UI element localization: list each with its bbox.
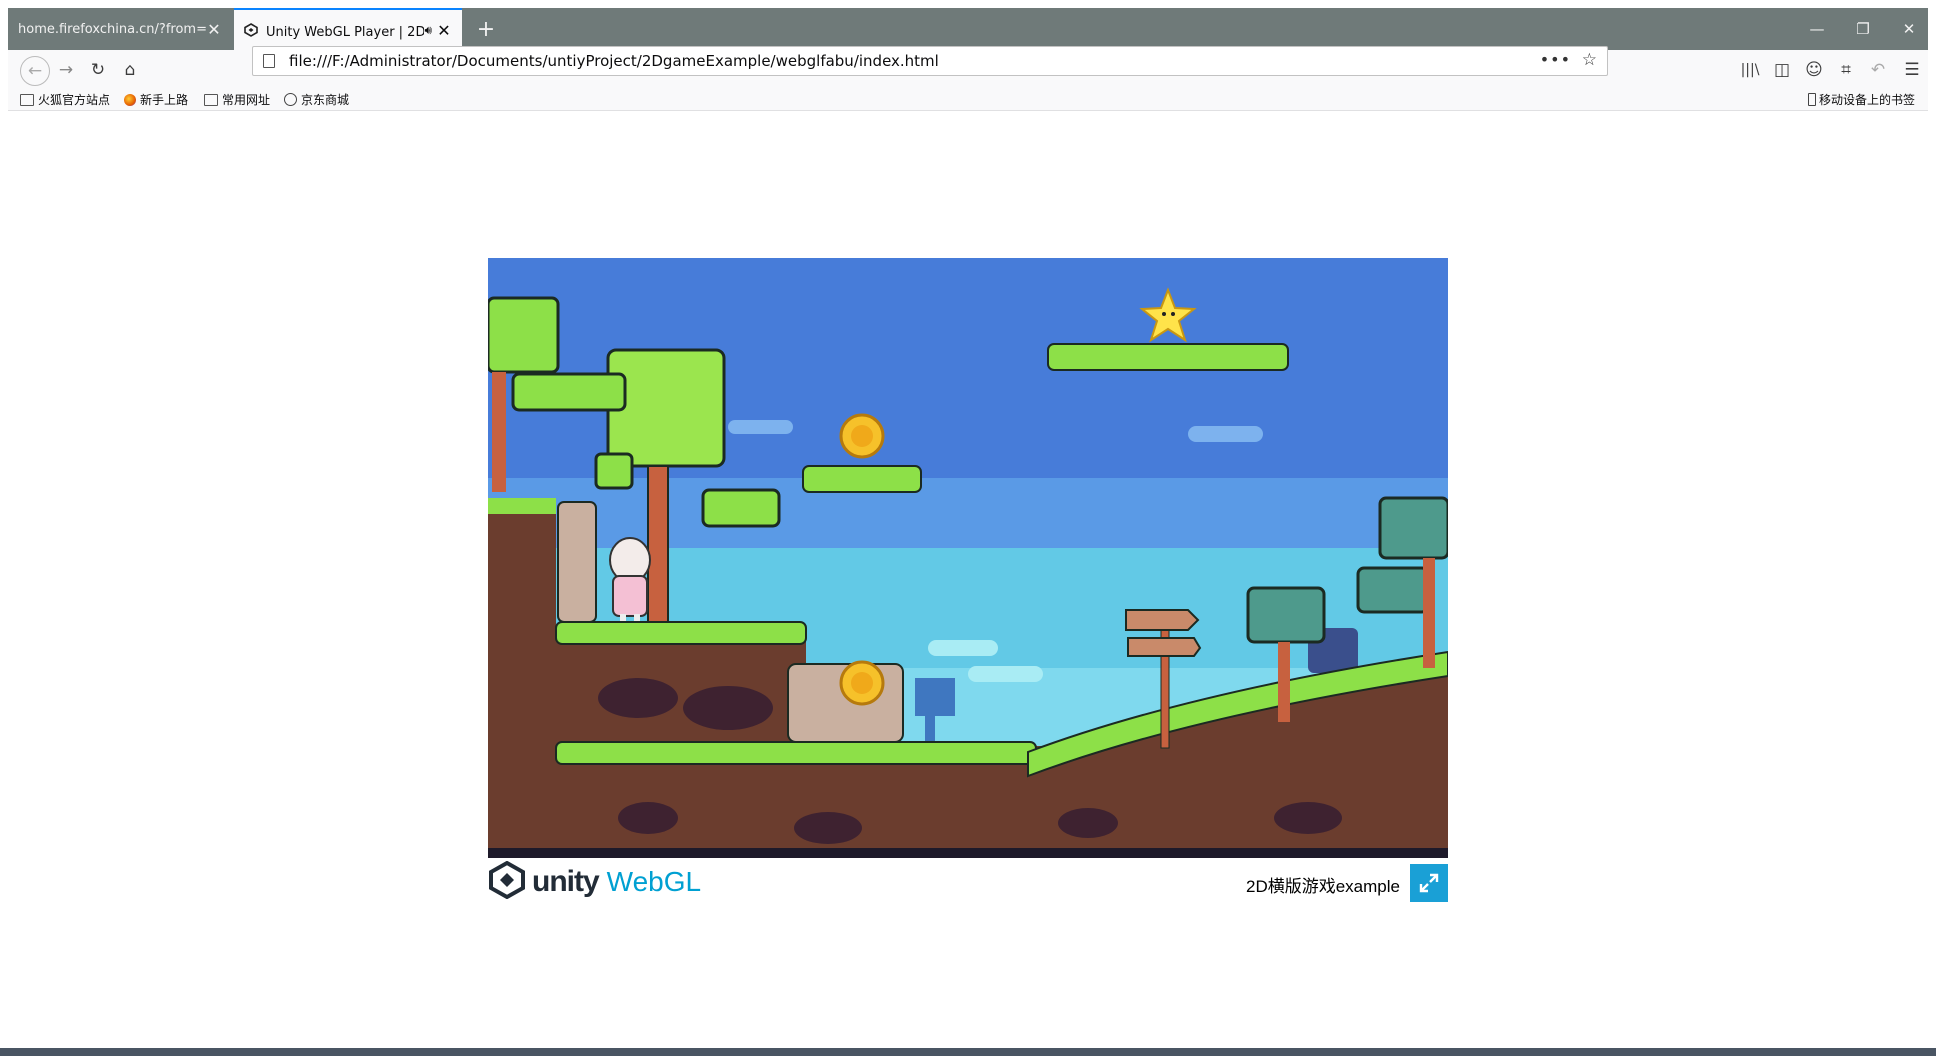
game-title: 2D横版游戏example bbox=[1246, 877, 1400, 896]
coin bbox=[839, 660, 885, 706]
reload-icon[interactable]: ↻ bbox=[84, 56, 112, 84]
fullscreen-button[interactable] bbox=[1410, 864, 1448, 902]
page-icon bbox=[263, 54, 275, 68]
bookmark-label: 移动设备上的书签 bbox=[1819, 93, 1916, 107]
minimize-icon[interactable]: — bbox=[1794, 8, 1840, 50]
account-icon[interactable]: ☺ bbox=[1800, 56, 1828, 84]
speaker-icon[interactable]: 🔊︎ bbox=[424, 23, 432, 38]
new-tab-button[interactable]: + bbox=[468, 8, 504, 50]
fullscreen-icon bbox=[1419, 873, 1439, 893]
close-tab-icon[interactable]: ✕ bbox=[206, 20, 222, 39]
back-icon[interactable]: ← bbox=[20, 56, 50, 86]
address-input[interactable]: file:///F:/Administrator/Documents/untiy… bbox=[289, 52, 939, 70]
bookmark-item[interactable]: 京东商城 bbox=[284, 91, 349, 108]
bookmark-star-icon[interactable]: ☆ bbox=[1582, 50, 1597, 70]
close-window-icon[interactable]: ✕ bbox=[1886, 8, 1932, 50]
close-tab-icon[interactable]: ✕ bbox=[436, 21, 452, 40]
bookmark-item[interactable]: 新手上路 bbox=[124, 91, 188, 108]
tab-title: Unity WebGL Player | 2D横版游戏example bbox=[266, 24, 425, 40]
globe-icon bbox=[284, 93, 297, 106]
address-bar[interactable]: file:///F:/Administrator/Documents/untiy… bbox=[252, 46, 1608, 76]
bookmark-item[interactable]: 常用网址 bbox=[204, 91, 270, 108]
bookmarks-toolbar: 火狐官方站点 新手上路 常用网址 京东商城 移动设备上的书签 bbox=[8, 88, 1928, 111]
bookmark-label: 新手上路 bbox=[140, 93, 189, 107]
webgl-wordmark: WebGL bbox=[606, 866, 702, 897]
unity-favicon-icon bbox=[244, 23, 258, 37]
bookmark-label: 常用网址 bbox=[222, 93, 271, 107]
mobile-device-icon bbox=[1808, 93, 1816, 106]
tab-strip: home.firefoxchina.cn/?from=extra_start ✕… bbox=[8, 8, 1928, 50]
bookmark-item[interactable]: 火狐官方站点 bbox=[20, 91, 110, 108]
unity-logo-icon bbox=[488, 860, 526, 903]
screenshot-icon[interactable]: ⌗ bbox=[1832, 56, 1860, 84]
menu-icon[interactable]: ☰ bbox=[1898, 56, 1926, 84]
coin bbox=[839, 413, 885, 459]
bookmark-label: 京东商城 bbox=[301, 93, 350, 107]
forward-icon[interactable]: → bbox=[52, 56, 80, 84]
unity-webgl-logo: unity WebGL bbox=[488, 860, 702, 903]
tab-unity-player[interactable]: Unity WebGL Player | 2D横版游戏example 🔊︎ ✕ bbox=[234, 8, 462, 50]
page-actions-icon[interactable]: ••• bbox=[1540, 50, 1571, 69]
restore-icon[interactable]: ❐ bbox=[1840, 8, 1886, 50]
folder-icon bbox=[204, 93, 218, 106]
mobile-bookmarks[interactable]: 移动设备上的书签 bbox=[1808, 91, 1915, 108]
bookmark-label: 火狐官方站点 bbox=[38, 93, 111, 107]
undo-icon[interactable]: ↶ bbox=[1864, 56, 1892, 84]
game-canvas[interactable] bbox=[488, 258, 1448, 858]
sidebar-icon[interactable]: ◫ bbox=[1768, 56, 1796, 84]
game-scene bbox=[488, 258, 1448, 858]
folder-icon bbox=[20, 93, 34, 106]
library-icon[interactable]: |||\ bbox=[1736, 56, 1764, 84]
firefox-icon bbox=[124, 93, 136, 106]
tab-title: home.firefoxchina.cn/?from=extra_start bbox=[18, 21, 206, 37]
os-taskbar bbox=[0, 1048, 1936, 1056]
tab-firefox-home[interactable]: home.firefoxchina.cn/?from=extra_start ✕ bbox=[8, 8, 232, 50]
home-icon[interactable]: ⌂ bbox=[116, 56, 144, 84]
unity-wordmark: unity bbox=[532, 865, 600, 898]
